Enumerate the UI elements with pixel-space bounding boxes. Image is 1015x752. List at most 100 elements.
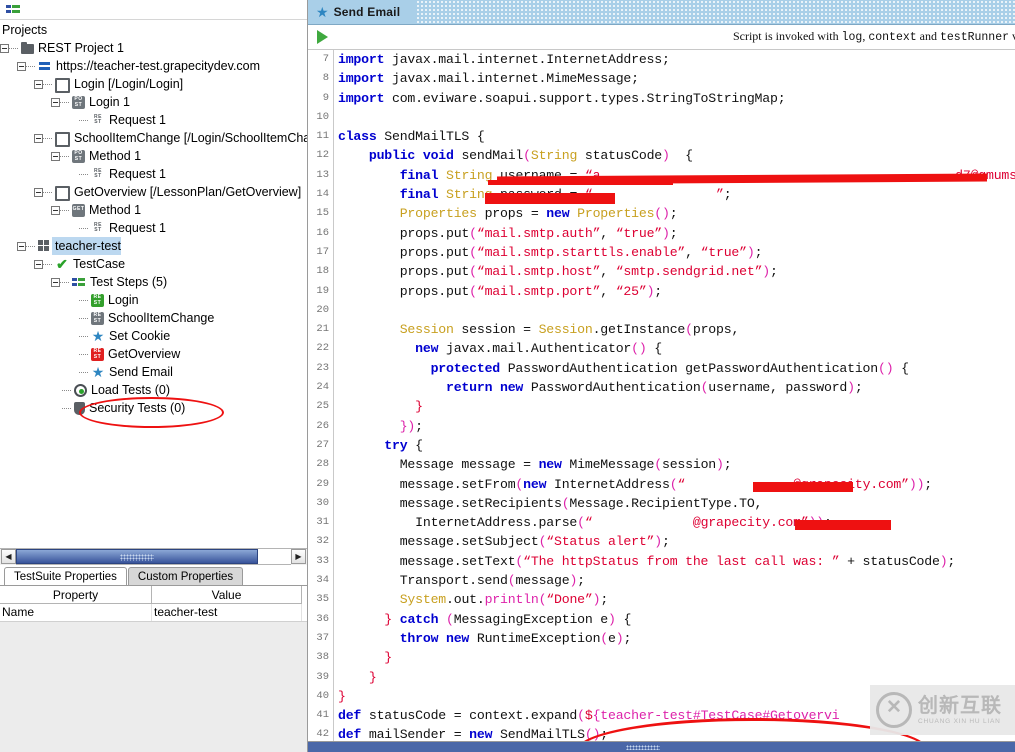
- code-line[interactable]: message.setRecipients(Message.RecipientT…: [338, 494, 1015, 513]
- code-line[interactable]: }: [338, 397, 1015, 416]
- code-line[interactable]: });: [338, 417, 1015, 436]
- scroll-left-arrow[interactable]: ◀: [1, 549, 16, 564]
- code-line[interactable]: message.setSubject(“Status alert”);: [338, 532, 1015, 551]
- tree-expander[interactable]: [34, 80, 43, 89]
- code-text-area[interactable]: import javax.mail.internet.InternetAddre…: [334, 50, 1015, 741]
- code-line[interactable]: message.setText(“The httpStatus from the…: [338, 552, 1015, 571]
- code-line[interactable]: return new PasswordAuthentication(userna…: [338, 378, 1015, 397]
- tree-node[interactable]: ★Set Cookie: [0, 327, 307, 345]
- tree-node[interactable]: RESTLogin: [0, 291, 307, 309]
- code-line[interactable]: props.put(“mail.smtp.port”, “25”);: [338, 282, 1015, 301]
- tab-custom-properties[interactable]: Custom Properties: [128, 567, 243, 585]
- line-number: 9: [308, 89, 333, 108]
- project-tree[interactable]: REST Project 1https://teacher-test.grape…: [0, 39, 307, 548]
- tree-node[interactable]: SchoolItemChange [/Login/SchoolItemCha: [0, 129, 307, 147]
- code-line[interactable]: }: [338, 668, 1015, 687]
- table-row[interactable]: Name teacher-test: [0, 604, 307, 621]
- code-line[interactable]: [338, 301, 1015, 320]
- tree-node[interactable]: POSTMethod 1: [0, 147, 307, 165]
- code-token: public void: [369, 148, 462, 163]
- tree-node[interactable]: GetOverview [/LessonPlan/GetOverview]: [0, 183, 307, 201]
- line-number: 24: [308, 378, 333, 397]
- tree-expander[interactable]: [34, 134, 43, 143]
- code-token: ): [654, 534, 662, 549]
- code-token: ;: [947, 554, 955, 569]
- tree-node[interactable]: teacher-test: [0, 237, 307, 255]
- tree-node-label: Request 1: [106, 111, 166, 129]
- code-token: ): [747, 245, 755, 260]
- code-line[interactable]: final String password = “ ”;: [338, 185, 1015, 204]
- code-line[interactable]: }: [338, 648, 1015, 667]
- tree-node[interactable]: https://teacher-test.grapecitydev.com: [0, 57, 307, 75]
- scroll-right-arrow[interactable]: ▶: [291, 549, 306, 564]
- code-token: (: [469, 284, 477, 299]
- code-line[interactable]: try {: [338, 436, 1015, 455]
- code-line[interactable]: final String username = “a d7@gmums.com”…: [338, 166, 1015, 185]
- code-line[interactable]: System.out.println(“Done”);: [338, 590, 1015, 609]
- tree-node[interactable]: RESTRequest 1: [0, 219, 307, 237]
- code-line[interactable]: public void sendMail(String statusCode) …: [338, 146, 1015, 165]
- code-token: (: [523, 148, 531, 163]
- tree-node[interactable]: Login [/Login/Login]: [0, 75, 307, 93]
- tree-node[interactable]: Security Tests (0): [0, 399, 307, 417]
- tree-node[interactable]: Test Steps (5): [0, 273, 307, 291]
- tree-expander[interactable]: [51, 152, 60, 161]
- tree-node[interactable]: REST Project 1: [0, 39, 307, 57]
- code-line[interactable]: } catch (MessagingException e) {: [338, 610, 1015, 629]
- tree-expander[interactable]: [0, 44, 9, 53]
- code-line[interactable]: import javax.mail.internet.MimeMessage;: [338, 69, 1015, 88]
- tree-expander[interactable]: [34, 188, 43, 197]
- code-line[interactable]: import com.eviware.soapui.support.types.…: [338, 89, 1015, 108]
- code-line[interactable]: Properties props = new Properties();: [338, 204, 1015, 223]
- code-line[interactable]: props.put(“mail.smtp.host”, “smtp.sendgr…: [338, 262, 1015, 281]
- code-line[interactable]: message.setFrom(new InternetAddress(“ @g…: [338, 475, 1015, 494]
- tree-expander[interactable]: [51, 98, 60, 107]
- tree-node[interactable]: GETMethod 1: [0, 201, 307, 219]
- navigator-horizontal-scrollbar[interactable]: ◀ ▶: [0, 548, 307, 565]
- column-header-value[interactable]: Value: [152, 586, 302, 604]
- tree-expander[interactable]: [17, 242, 26, 251]
- code-line[interactable]: Session session = Session.getInstance(pr…: [338, 320, 1015, 339]
- rest-gray-icon: REST: [91, 312, 104, 325]
- tab-testsuite-properties[interactable]: TestSuite Properties: [4, 567, 127, 585]
- properties-empty-area: [0, 621, 307, 752]
- code-token: ;: [662, 534, 670, 549]
- tree-node[interactable]: POSTLogin 1: [0, 93, 307, 111]
- code-line[interactable]: class SendMailTLS {: [338, 127, 1015, 146]
- code-line[interactable]: Message message = new MimeMessage(sessio…: [338, 455, 1015, 474]
- code-token: (: [446, 612, 454, 627]
- code-line[interactable]: InternetAddress.parse(“ @grapecity.com”)…: [338, 513, 1015, 532]
- code-line[interactable]: protected PasswordAuthentication getPass…: [338, 359, 1015, 378]
- code-line[interactable]: throw new RuntimeException(e);: [338, 629, 1015, 648]
- tree-node[interactable]: Load Tests (0): [0, 381, 307, 399]
- tree-connector: [43, 129, 53, 147]
- tree-node[interactable]: RESTRequest 1: [0, 111, 307, 129]
- code-line[interactable]: [338, 108, 1015, 127]
- tree-node[interactable]: RESTGetOverview: [0, 345, 307, 363]
- scrollbar-track[interactable]: [16, 548, 291, 565]
- line-number: 35: [308, 590, 333, 609]
- tree-node[interactable]: RESTRequest 1: [0, 165, 307, 183]
- code-token: message.setText: [338, 554, 515, 569]
- tree-expander[interactable]: [51, 278, 60, 287]
- scrollbar-thumb[interactable]: [16, 549, 258, 564]
- code-line[interactable]: new javax.mail.Authenticator() {: [338, 339, 1015, 358]
- code-line[interactable]: props.put(“mail.smtp.starttls.enable”, “…: [338, 243, 1015, 262]
- tree-expander[interactable]: [34, 260, 43, 269]
- code-token: message.setRecipients: [338, 496, 562, 511]
- cell-value-name[interactable]: teacher-test: [152, 604, 302, 621]
- code-horizontal-scrollbar[interactable]: [308, 741, 1015, 752]
- code-editor[interactable]: 7891011121314151617181920212223242526272…: [308, 50, 1015, 741]
- code-line[interactable]: import javax.mail.internet.InternetAddre…: [338, 50, 1015, 69]
- tree-node[interactable]: RESTSchoolItemChange: [0, 309, 307, 327]
- tree-node[interactable]: ★Send Email: [0, 363, 307, 381]
- code-line[interactable]: Transport.send(message);: [338, 571, 1015, 590]
- navigator-icon[interactable]: [6, 4, 21, 15]
- run-play-icon[interactable]: [317, 30, 328, 44]
- column-header-property[interactable]: Property: [0, 586, 152, 604]
- tree-expander[interactable]: [51, 206, 60, 215]
- code-token: ;: [724, 187, 732, 202]
- tree-expander[interactable]: [17, 62, 26, 71]
- tree-node[interactable]: ✔TestCase: [0, 255, 307, 273]
- code-line[interactable]: props.put(“mail.smtp.auth”, “true”);: [338, 224, 1015, 243]
